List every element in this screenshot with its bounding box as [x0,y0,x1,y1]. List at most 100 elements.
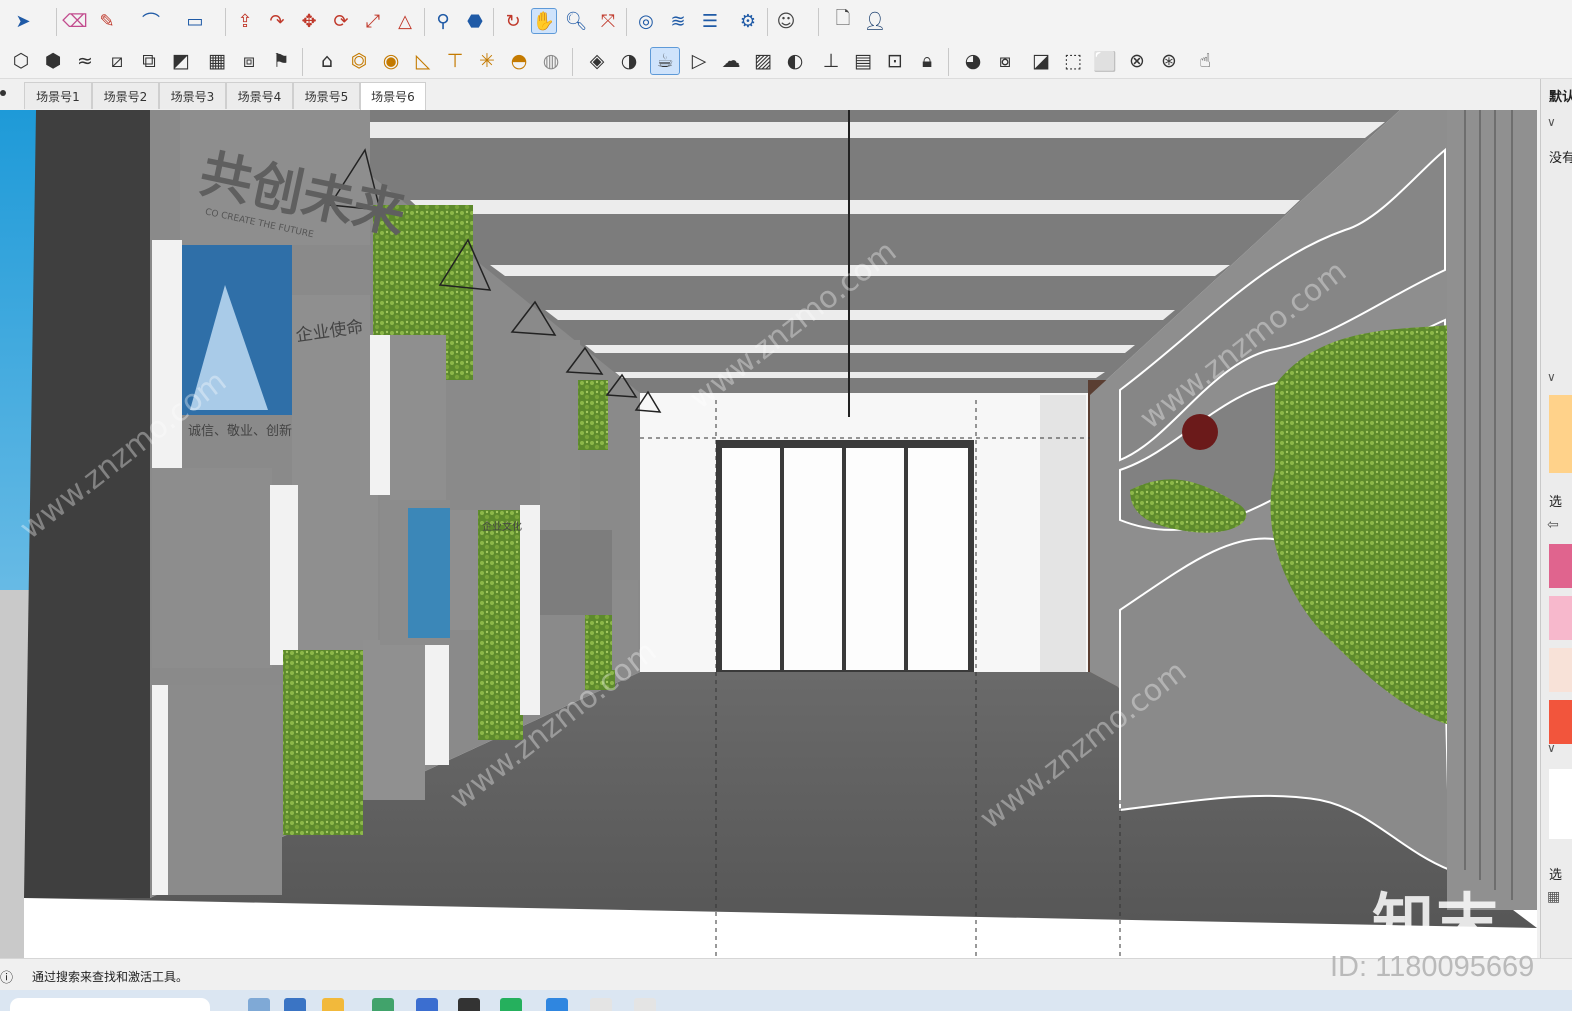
chevron-down-icon[interactable]: ∨ [1547,741,1556,755]
model-viewport[interactable]: 共创未来 CO CREATE THE FUTURE 企业使命 诚信、敬业、创新 … [0,110,1537,958]
chevron-down-icon[interactable]: ∨ [1547,370,1556,384]
sandbox-icon[interactable]: ≈ [70,47,100,75]
hidden-line-icon[interactable]: ⬜ [1090,47,1120,75]
taskbar-app-icon[interactable] [500,998,522,1011]
ceiling-light-5 [585,345,1135,353]
wireframe-icon[interactable]: ⬚ [1058,47,1088,75]
sphere-light-icon[interactable]: ◉ [376,47,406,75]
info-icon[interactable]: ⓘ [0,967,13,986]
shadow-icon[interactable]: ◕ [958,47,988,75]
textured-icon[interactable]: ⊛ [1154,47,1184,75]
tab-scene-3[interactable]: 场景号3 [159,82,226,109]
select-icon[interactable]: ➤ [10,8,36,34]
tab-scene-6[interactable]: 场景号6 [360,82,426,110]
material-swatch-pink[interactable] [1549,544,1572,588]
outer-shell-icon[interactable]: ◩ [166,47,196,75]
follow-me-icon[interactable]: ↷ [264,8,290,34]
iso-view-icon[interactable]: ⬡ [6,47,36,75]
toolbar-separator [626,8,627,36]
rectangle-icon[interactable]: ▭ [182,8,208,34]
taskbar-search-box[interactable] [10,998,210,1011]
layers-icon[interactable]: ☰ [697,8,723,34]
asset-editor-icon[interactable]: ◑ [614,47,644,75]
move-icon[interactable]: ✥ [296,8,322,34]
lock-icon[interactable]: 🔒︎ [912,47,942,75]
warehouse-icon[interactable]: ◎ [633,8,659,34]
spotlight-icon[interactable]: ◺ [408,47,438,75]
dome-light-icon[interactable]: ◓ [504,47,534,75]
wall-image-panel-2 [408,508,450,638]
mesh-light-icon[interactable]: ◍ [536,47,566,75]
paint-bucket-icon[interactable]: ⬣ [462,8,488,34]
tab-scene-2[interactable]: 场景号2 [92,82,159,109]
pan-icon[interactable]: ✋ [531,8,557,34]
toolbar-separator [572,48,573,76]
grid-icon[interactable]: ▦ [202,47,232,75]
component-preview[interactable] [1549,769,1572,839]
tag-icon[interactable]: ⚑ [266,47,296,75]
refresh-icon[interactable]: ◐ [780,47,810,75]
eraser-icon[interactable]: ⌫ [62,8,88,34]
rotate-icon[interactable]: ⟳ [328,8,354,34]
proxy-icon[interactable]: ⊡ [880,47,910,75]
render-icon[interactable]: ◈ [582,47,612,75]
taskbar-app-icon[interactable] [416,998,438,1011]
orbit-icon[interactable]: ↻ [500,8,526,34]
cloud-render-icon[interactable]: ☁ [716,47,746,75]
fog-icon[interactable]: ⧇ [990,47,1020,75]
box-view-icon[interactable]: ⬢ [38,47,68,75]
extension-manager-icon[interactable]: ⚙ [735,8,761,34]
material-swatch-cream[interactable] [1549,648,1572,692]
taskbar-app-icon[interactable] [248,998,270,1011]
solid-tools-icon[interactable]: ⧉ [134,47,164,75]
arc-icon[interactable]: ⌒ [138,8,164,34]
teapot-icon[interactable]: ☕︎ [650,47,680,75]
taskbar-app-icon[interactable] [458,998,480,1011]
back-arrow-icon[interactable]: ⇦ [1547,517,1559,533]
taskbar-app-icon[interactable] [372,998,394,1011]
account-icon[interactable]: ☺ [773,8,799,34]
tray-header[interactable]: 默认 [1549,86,1572,105]
qr-icon[interactable]: ▦ [1547,889,1560,905]
xray-icon[interactable]: ◪ [1026,47,1056,75]
pencil-icon[interactable]: ✎ [94,8,120,34]
material-swatch-orange[interactable] [1549,395,1572,473]
offset-icon[interactable]: △ [392,8,418,34]
glass-door-panel-3 [846,448,904,670]
wall-panel-l3-edge [152,685,168,895]
taskbar-app-icon[interactable] [546,998,568,1011]
extension-icon[interactable]: ≋ [665,8,691,34]
interactive-render-icon[interactable]: ▷ [684,47,714,75]
ground-plane-icon[interactable]: ⊥ [816,47,846,75]
tab-scene-1[interactable]: 场景号1 [24,82,92,109]
taskbar-app-icon[interactable] [284,998,306,1011]
taskbar-app-icon[interactable] [634,998,656,1011]
section-plane-icon[interactable]: ⧄ [102,47,132,75]
taskbar-app-icon[interactable] [322,998,344,1011]
ceiling-light-4 [545,310,1175,320]
components-icon[interactable]: ⧈ [234,47,264,75]
tab-scene-5[interactable]: 场景号5 [293,82,360,109]
moss-wall-1 [283,650,363,835]
push-pull-icon[interactable]: ⇪ [232,8,258,34]
scale-icon[interactable]: ⤢ [360,8,386,34]
monochrome-icon[interactable]: ☝ [1190,47,1220,75]
ies-light-icon[interactable]: ⊤ [440,47,470,75]
frame-buffer-icon[interactable]: ▨ [748,47,778,75]
material-swatch-red[interactable] [1549,700,1572,744]
material-swatch-light-pink[interactable] [1549,596,1572,640]
tape-measure-icon[interactable]: ⚲ [430,8,456,34]
zoom-extents-icon[interactable]: ⤧ [595,8,621,34]
taskbar-app-icon[interactable] [590,998,612,1011]
tab-scene-4[interactable]: 场景号4 [226,82,293,109]
lamp-icon[interactable]: ⏣ [344,47,374,75]
zoom-icon[interactable]: 🔍︎ [563,8,589,34]
shaded-icon[interactable]: ⊗ [1122,47,1152,75]
sun-icon[interactable]: ✳ [472,47,502,75]
new-file-icon[interactable]: 🗋 [830,8,856,34]
wall-panel-l4 [363,640,425,800]
add-user-icon[interactable]: 👤︎ [862,8,888,34]
window-icon[interactable]: ▤ [848,47,878,75]
chevron-down-icon[interactable]: ∨ [1547,115,1556,129]
house-icon[interactable]: ⌂ [312,47,342,75]
